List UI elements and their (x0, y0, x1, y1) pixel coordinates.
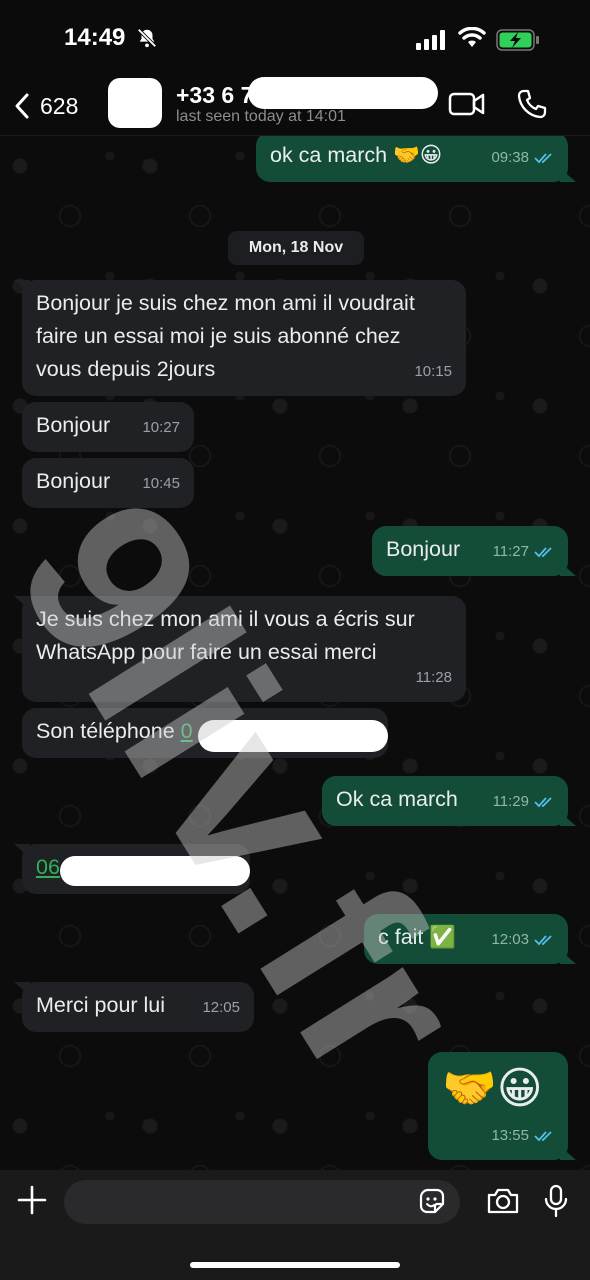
message-text: Bonjour (36, 469, 111, 493)
message-bubble[interactable]: Bonjour 10:27 (22, 402, 194, 452)
phone-link[interactable]: 06 (36, 855, 60, 879)
message-text: Merci pour lui (36, 993, 166, 1017)
chat-area[interactable]: ok ca march 🤝😀 09:38 Mon, 18 Nov Bonjour… (0, 136, 590, 1170)
status-bar: 14:49 (0, 0, 590, 80)
message-time: 11:28 (415, 669, 452, 686)
battery-charging-icon (496, 29, 539, 51)
message-time: 12:03 (491, 931, 529, 948)
chat-header: 628 +33 6 7 last seen today at 14:01 (0, 77, 590, 136)
input-bar (0, 1170, 590, 1280)
phone-icon[interactable] (516, 88, 548, 120)
redaction-mask (60, 856, 250, 886)
back-chevron-icon (15, 93, 29, 119)
message-text: Bonjour (36, 413, 111, 437)
message-text: Son téléphone (36, 719, 175, 743)
message-input[interactable] (64, 1180, 460, 1224)
read-ticks-icon (534, 934, 552, 945)
bell-slash-icon (137, 28, 157, 48)
sticker-icon[interactable] (417, 1186, 447, 1216)
message-line: Je suis chez mon ami il vous a écris sur (36, 607, 415, 631)
message-time: 10:27 (142, 419, 180, 436)
unread-count: 628 (40, 92, 79, 119)
message-bubble[interactable]: Je suis chez mon ami il vous a écris sur… (14, 596, 466, 702)
message-bubble[interactable]: Bonjour 10:45 (22, 458, 194, 508)
message-line: faire un essai moi je suis abonné chez (36, 324, 401, 348)
read-ticks-icon (534, 1130, 552, 1141)
home-indicator (190, 1262, 400, 1268)
message-bubble[interactable]: Merci pour lui 12:05 (14, 982, 254, 1032)
message-line: WhatsApp pour faire un essai merci (36, 640, 377, 664)
message-bubble[interactable]: Bonjour 11:27 (372, 526, 576, 576)
message-text: Ok ca march (336, 787, 458, 811)
message-time: 11:27 (492, 543, 529, 560)
redaction-mask (198, 720, 388, 752)
camera-icon[interactable] (486, 1186, 520, 1216)
read-ticks-icon (534, 546, 552, 557)
message-time: 13:55 (491, 1127, 529, 1144)
video-call-icon[interactable] (448, 90, 486, 118)
message-bubble[interactable]: Ok ca march 11:29 (322, 776, 576, 826)
message-bubble[interactable]: ok ca march 🤝😀 09:38 (256, 136, 576, 182)
plus-icon[interactable] (16, 1184, 48, 1216)
read-ticks-icon (534, 796, 552, 807)
avatar[interactable] (108, 78, 162, 128)
message-time: 09:38 (491, 149, 529, 166)
read-ticks-icon (534, 152, 552, 163)
message-text: c fait ✅ (378, 925, 457, 949)
message-bubble[interactable]: 🤝😀 13:55 (428, 1052, 576, 1160)
status-time: 14:49 (64, 24, 126, 51)
message-time: 11:29 (492, 793, 529, 810)
back-button[interactable]: 628 (14, 84, 78, 128)
message-bubble[interactable]: c fait ✅ 12:03 (364, 914, 576, 964)
message-line: vous depuis 2jours (36, 357, 216, 381)
wifi-icon (458, 27, 486, 47)
signal-icon (416, 30, 445, 50)
message-time: 12:05 (202, 999, 240, 1016)
phone-link[interactable]: 0 (181, 719, 193, 743)
last-seen: last seen today at 14:01 (176, 108, 346, 125)
message-time: 10:45 (142, 475, 180, 492)
message-text: Bonjour (386, 537, 461, 561)
message-text: ok ca march 🤝😀 (270, 143, 443, 167)
message-bubble[interactable]: Bonjour je suis chez mon ami il voudrait… (14, 280, 466, 396)
message-emoji: 🤝😀 (442, 1064, 543, 1113)
redaction-mask (248, 77, 438, 109)
contact-name[interactable]: +33 6 7 (176, 82, 253, 109)
date-divider: Mon, 18 Nov (228, 231, 364, 265)
message-time: 10:15 (414, 363, 452, 380)
message-line: Bonjour je suis chez mon ami il voudrait (36, 291, 415, 315)
mic-icon[interactable] (543, 1184, 569, 1218)
